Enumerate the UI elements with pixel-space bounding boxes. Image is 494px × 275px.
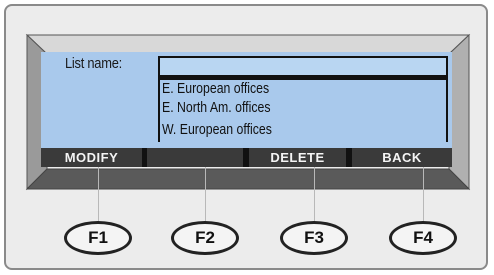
list-item[interactable]: E. European offices (162, 80, 269, 97)
list-item[interactable]: E. North Am. offices (162, 99, 270, 116)
f2-key[interactable]: F2 (171, 221, 239, 255)
f3-key[interactable]: F3 (280, 221, 348, 255)
f1-key[interactable]: F1 (64, 221, 132, 255)
softkey-back[interactable]: BACK (352, 148, 452, 167)
list-name-label: List name: (65, 55, 122, 72)
softkey-bar: MODIFY DELETE BACK (41, 148, 452, 167)
list-box: E. European offices E. North Am. offices… (158, 80, 448, 142)
softkey-modify[interactable]: MODIFY (41, 148, 142, 167)
softkey-blank[interactable] (147, 148, 243, 167)
f4-key[interactable]: F4 (389, 221, 457, 255)
list-item[interactable]: W. European offices (162, 121, 272, 138)
key-connector (423, 167, 424, 221)
lcd-screen: List name: E. European offices E. North … (41, 52, 452, 167)
key-connector (205, 167, 206, 221)
key-connector (98, 167, 99, 221)
softkey-delete[interactable]: DELETE (249, 148, 346, 167)
key-connector (314, 167, 315, 221)
list-name-field[interactable] (158, 56, 448, 77)
